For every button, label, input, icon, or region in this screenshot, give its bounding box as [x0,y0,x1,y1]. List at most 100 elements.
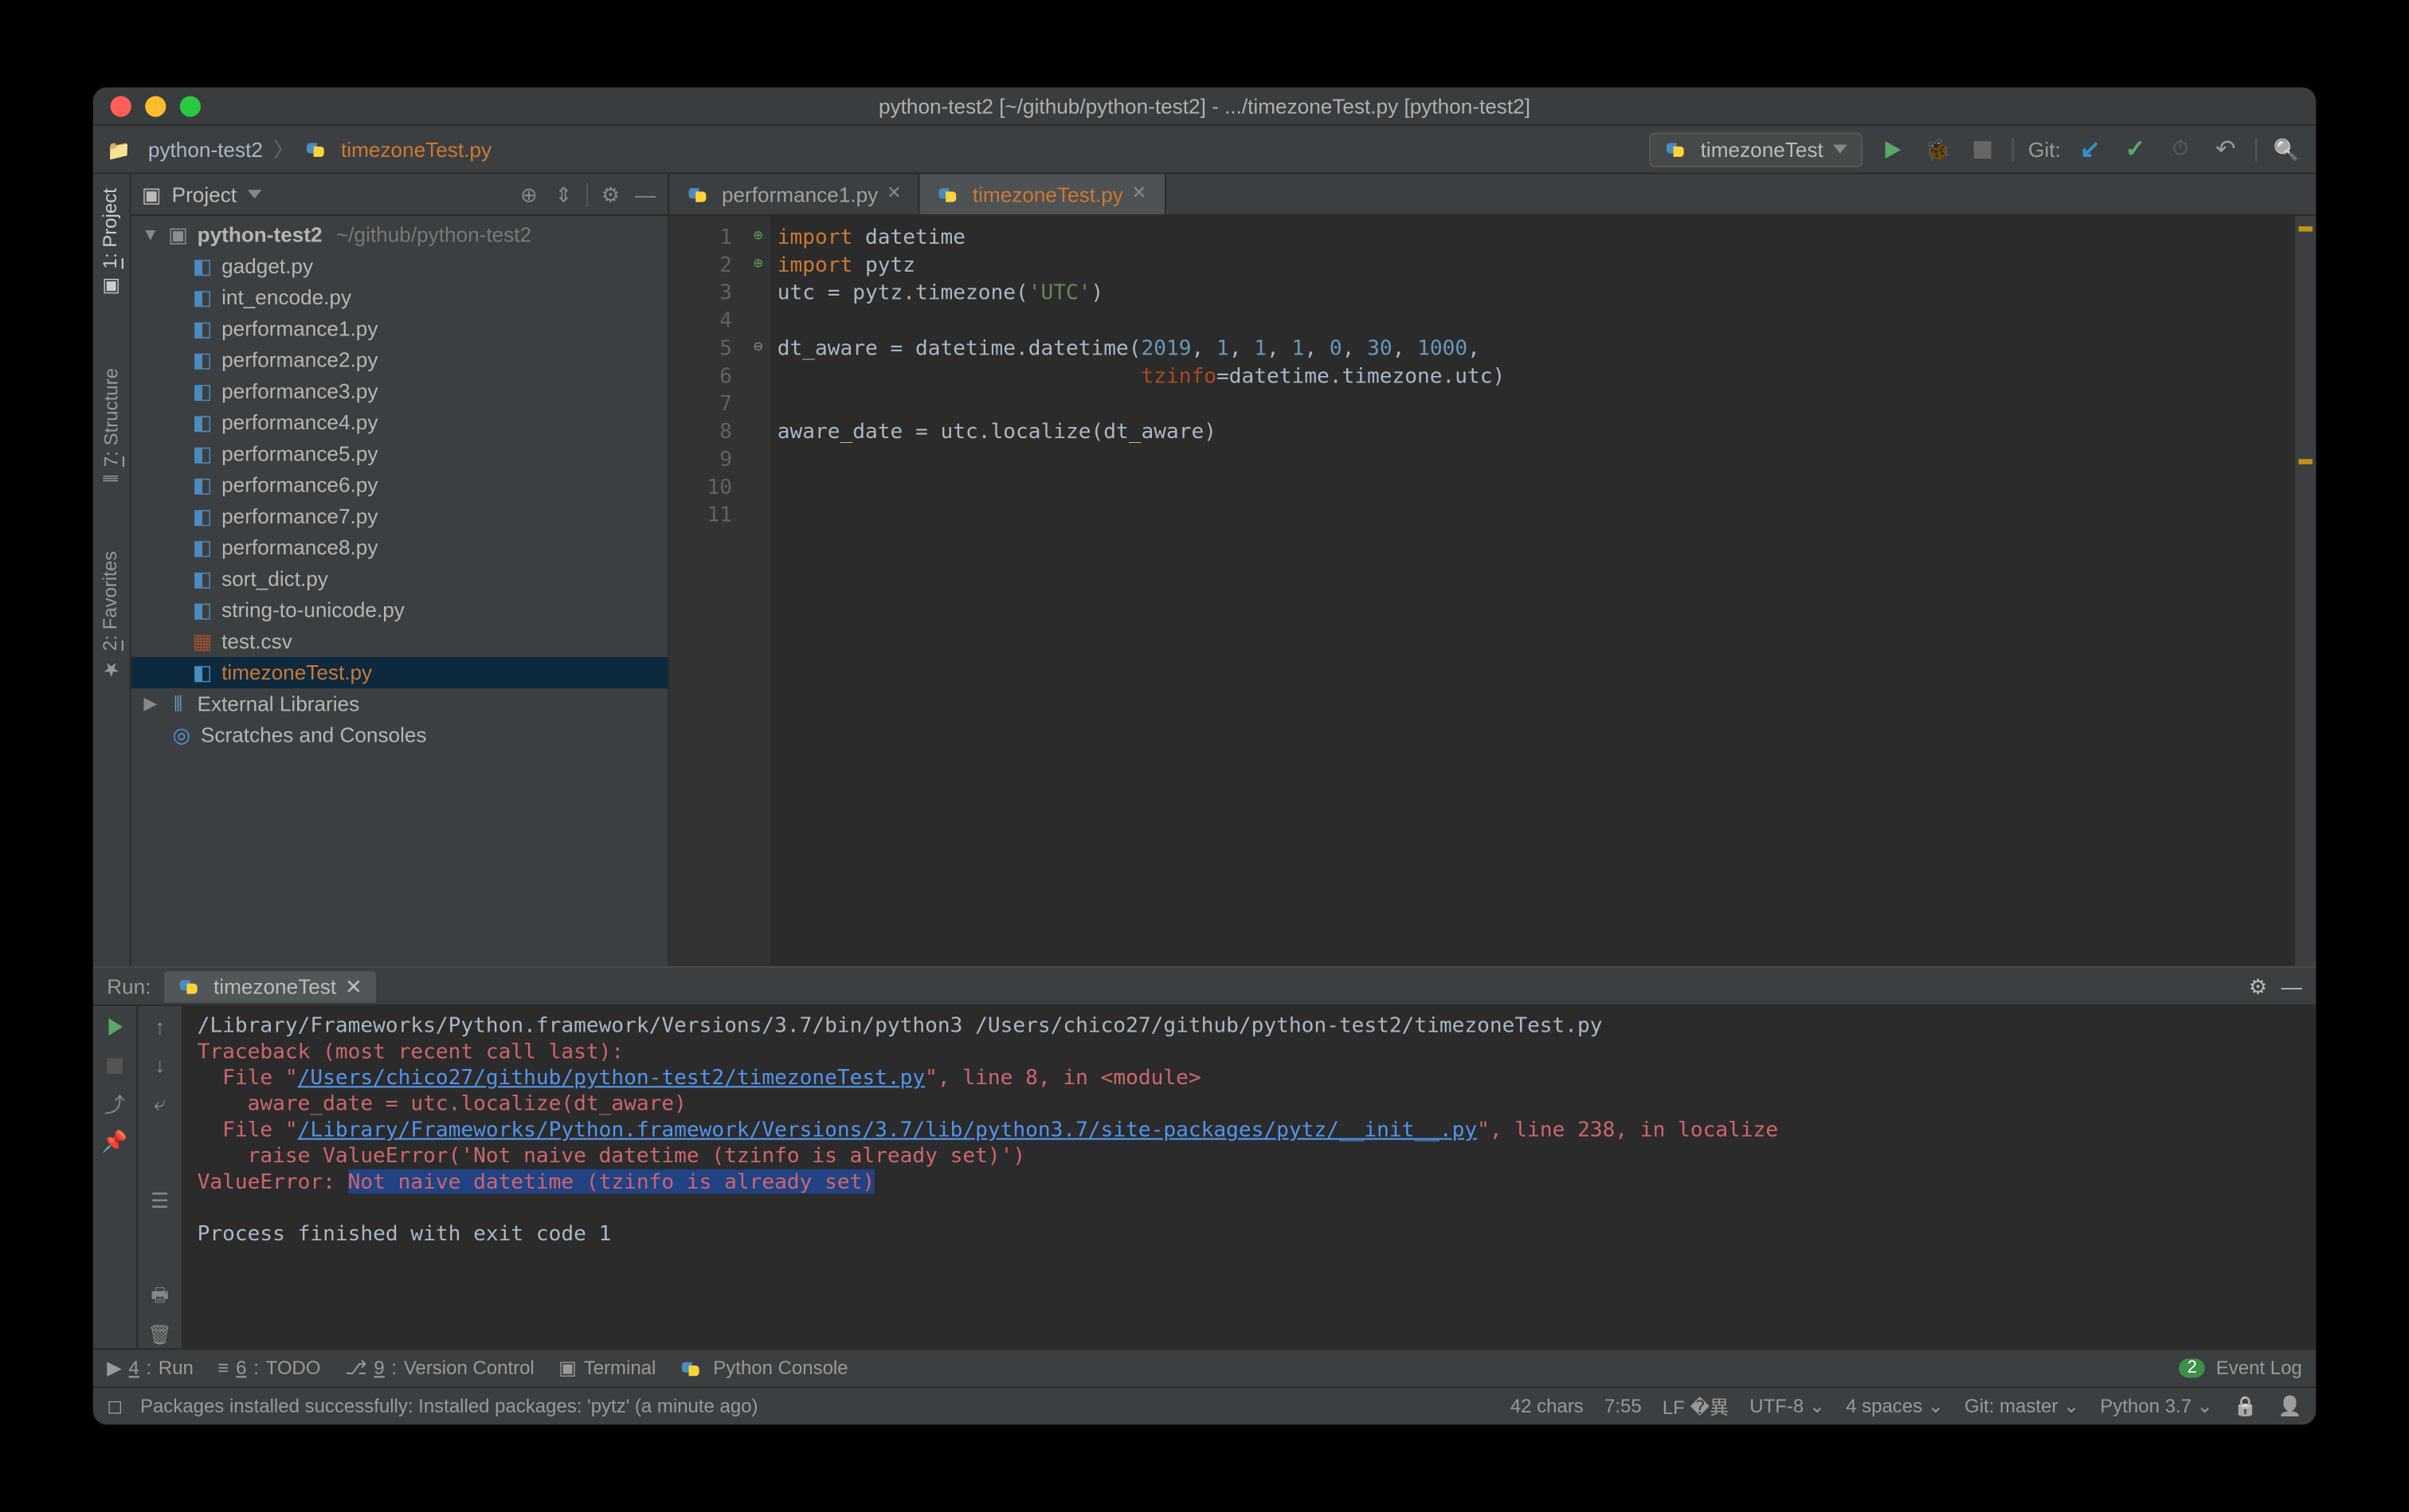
event-log-tab[interactable]: Event Log [2216,1357,2302,1378]
tree-file-label: sort_dict.py [221,566,328,591]
warning-marker[interactable] [2298,459,2312,464]
indent-settings[interactable]: 4 spaces ⌄ [1846,1395,1944,1417]
clear-button[interactable] [146,1321,174,1349]
up-stack-button[interactable] [146,1013,174,1041]
debug-button[interactable] [1922,133,1953,164]
pin-button[interactable]: 📌 [101,1128,129,1156]
tree-file-label: timezoneTest.py [221,660,372,685]
git-branch[interactable]: Git: master ⌄ [1964,1395,2079,1417]
tree-file[interactable]: performance4.py [131,407,668,438]
project-tree[interactable]: python-test2 ~/github/python-test2 gadge… [131,216,668,966]
hide-panel-button[interactable] [633,182,658,207]
run-tool-tab[interactable]: ▶ 4: Run [107,1357,194,1379]
inspector-icon[interactable] [2278,1395,2302,1417]
print-button[interactable] [146,1283,174,1310]
expand-icon[interactable] [746,251,770,279]
warning-marker[interactable] [2298,226,2312,232]
tree-file-label: int_encode.py [221,285,351,310]
external-libraries[interactable]: External Libraries [131,688,668,719]
readonly-lock-icon[interactable] [2234,1395,2258,1417]
tree-file[interactable]: test.csv [131,626,668,657]
vcs-tool-tab[interactable]: ⎇ 9: Version Control [345,1357,535,1379]
traceback-link[interactable]: /Users/chico27/github/python-test2/timez… [298,1065,925,1090]
tree-file[interactable]: timezoneTest.py [131,657,668,688]
python-interpreter[interactable]: Python 3.7 ⌄ [2100,1395,2212,1417]
stop-button[interactable] [1968,133,1999,164]
close-tab-icon[interactable]: ✕ [345,974,362,999]
git-update-button[interactable] [2074,133,2105,164]
chevron-down-icon[interactable] [247,190,260,198]
scroll-to-end-button[interactable] [146,1128,174,1272]
breadcrumb-file[interactable]: timezoneTest.py [341,137,492,162]
run-tab[interactable]: timezoneTest ✕ [165,970,376,1001]
git-commit-button[interactable] [2120,133,2151,164]
structure-tool-tab[interactable]: ⫴ 7: Structure [101,368,122,482]
git-revert-button[interactable] [2210,133,2241,164]
close-window-button[interactable] [111,96,131,116]
close-tab-icon[interactable]: ✕ [1132,185,1146,204]
expand-icon[interactable] [746,223,770,251]
python-console-tool-tab[interactable]: Python Console [680,1357,848,1378]
collapse-icon[interactable] [746,334,770,362]
folding-gutter[interactable] [746,216,770,966]
caret-open-icon[interactable] [142,225,159,245]
locate-file-button[interactable] [517,182,542,207]
window-title: python-test2 [~/github/python-test2] - .… [93,93,2316,118]
search-everywhere-button[interactable] [2271,133,2302,164]
restore-layout-button[interactable] [101,1090,129,1118]
python-file-icon [190,535,215,560]
stop-button[interactable] [101,1052,129,1079]
tree-root[interactable]: python-test2 ~/github/python-test2 [131,219,668,250]
down-stack-button[interactable] [146,1052,174,1079]
tree-file[interactable]: gadget.py [131,251,668,282]
close-tab-icon[interactable]: ✕ [887,185,901,204]
rerun-button[interactable] [101,1013,129,1041]
tree-file[interactable]: string-to-unicode.py [131,594,668,625]
terminal-tool-tab[interactable]: ▣ Terminal [558,1357,656,1379]
tree-file[interactable]: performance6.py [131,469,668,500]
file-encoding[interactable]: UTF-8 ⌄ [1749,1395,1825,1417]
run-configuration-selector[interactable]: timezoneTest [1648,131,1863,166]
tree-file[interactable]: performance2.py [131,344,668,375]
project-tool-tab[interactable]: ▣ 1: Project [100,188,123,298]
editor-scrollbar[interactable] [2295,216,2316,966]
tree-file[interactable]: performance7.py [131,501,668,532]
tree-file[interactable]: sort_dict.py [131,563,668,594]
editor-tab-active[interactable]: timezoneTest.py ✕ [920,174,1165,214]
tree-file[interactable]: performance8.py [131,532,668,563]
tree-file[interactable]: int_encode.py [131,282,668,313]
traceback-link[interactable]: /Library/Frameworks/Python.framework/Ver… [298,1117,1477,1142]
soft-wrap-button[interactable] [146,1090,174,1118]
run-tab-label: timezoneTest [213,974,336,999]
git-history-button[interactable] [2165,133,2196,164]
git-label: Git: [2028,137,2061,162]
editor-body[interactable]: 1234567891011 import datetime import pyt… [670,216,2317,966]
editor-tab-inactive[interactable]: performance1.py ✕ [670,174,921,214]
minimize-window-button[interactable] [145,96,166,116]
code-content[interactable]: import datetime import pytz utc = pytz.t… [770,216,2295,966]
tree-file[interactable]: performance1.py [131,313,668,344]
cursor-position[interactable]: 7:55 [1604,1396,1642,1416]
hide-run-button[interactable] [2282,974,2302,999]
tree-file[interactable]: performance3.py [131,376,668,407]
project-header: ▣ Project [131,174,668,216]
todo-tool-tab[interactable]: ≡ 6: TODO [217,1357,320,1378]
caret-closed-icon[interactable] [142,695,159,714]
breadcrumb-root[interactable]: python-test2 [148,137,263,162]
favorites-tool-tab[interactable]: ★ 2: Favorites [100,551,123,680]
project-view-title[interactable]: Project [172,182,237,207]
tree-file[interactable]: performance5.py [131,438,668,469]
bottom-tool-strip: ▶ 4: Run ≡ 6: TODO ⎇ 9: Version Control … [93,1348,2316,1386]
scratches-consoles[interactable]: Scratches and Consoles [131,719,668,750]
line-separator[interactable]: LF �異 [1663,1393,1729,1420]
chevron-down-icon [1834,145,1847,154]
tree-file-label: performance3.py [221,379,378,404]
run-button[interactable] [1877,133,1908,164]
scratches-label: Scratches and Consoles [201,723,427,748]
settings-button[interactable] [598,182,623,207]
tool-windows-toggle[interactable] [107,1395,123,1417]
console-output[interactable]: /Library/Frameworks/Python.framework/Ver… [183,1006,2316,1348]
maximize-window-button[interactable] [180,96,201,116]
run-settings-button[interactable] [2249,974,2267,999]
collapse-all-button[interactable] [551,182,576,207]
